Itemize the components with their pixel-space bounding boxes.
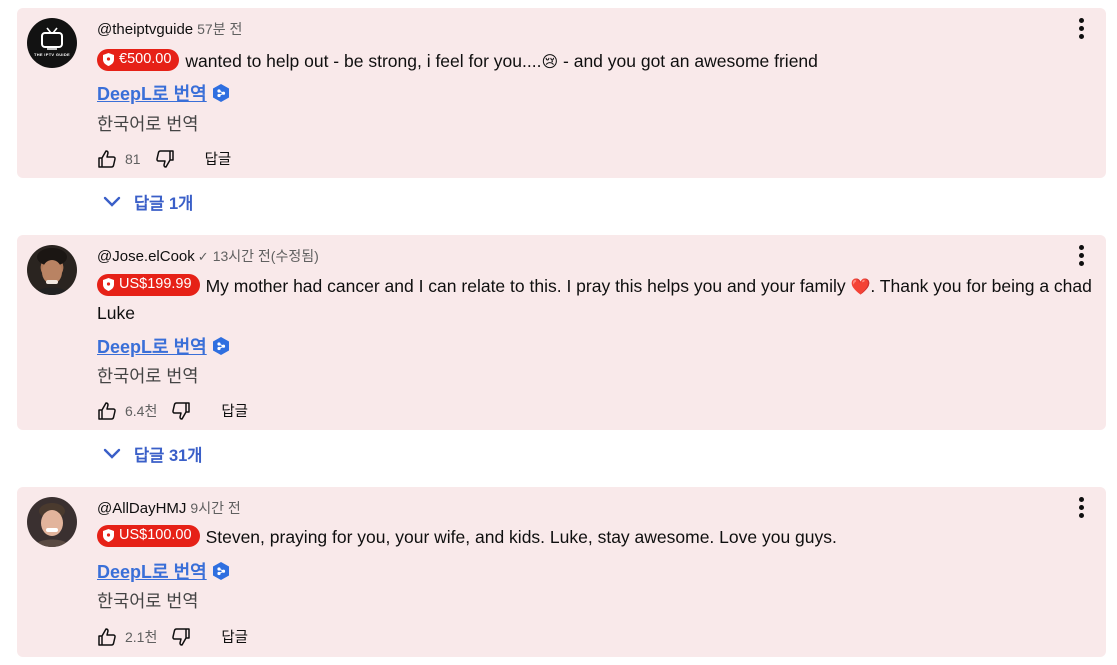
super-thanks-icon bbox=[103, 529, 114, 542]
tv-logo-icon bbox=[41, 27, 63, 50]
view-replies-button[interactable]: 답글 31개 bbox=[103, 442, 202, 466]
timestamp[interactable]: 57분 전 bbox=[197, 21, 242, 37]
comment-card: @AllDayHMJ 9시간 전 US$100.00 Steven, prayin… bbox=[17, 487, 1106, 657]
comment-text-part: My mother had cancer and I can relate to… bbox=[205, 276, 851, 296]
more-actions-icon[interactable] bbox=[1076, 245, 1086, 269]
author-name[interactable]: @theiptvguide bbox=[97, 21, 193, 38]
like-icon[interactable] bbox=[97, 627, 117, 647]
deepl-label: DeepL로 번역 bbox=[97, 337, 207, 357]
view-replies-button[interactable]: 답글 1개 bbox=[103, 190, 193, 214]
avatar[interactable]: THE IPTV GUIDE bbox=[27, 18, 77, 68]
dislike-icon[interactable] bbox=[171, 401, 191, 421]
avatar-photo bbox=[35, 248, 69, 295]
translate-to-korean[interactable]: 한국어로 번역 bbox=[97, 363, 198, 388]
deepl-translate-link[interactable]: DeepL로 번역 bbox=[97, 333, 229, 359]
super-thanks-icon bbox=[103, 278, 114, 291]
deepl-icon bbox=[212, 337, 229, 355]
avatar-photo bbox=[33, 503, 71, 547]
super-thanks-amount: US$199.99 bbox=[119, 276, 192, 292]
more-actions-icon[interactable] bbox=[1076, 497, 1086, 521]
like-icon[interactable] bbox=[97, 401, 117, 421]
comment-text: US$100.00 Steven, praying for you, your … bbox=[97, 524, 1100, 551]
more-actions-icon[interactable] bbox=[1076, 18, 1086, 42]
comment-card: THE IPTV GUIDE @theiptvguide 57분 전 €500.0… bbox=[17, 8, 1106, 178]
deepl-translate-link[interactable]: DeepL로 번역 bbox=[97, 558, 229, 584]
comment-text-part: wanted to help out - be strong, i feel f… bbox=[185, 51, 542, 71]
comment-header: @AllDayHMJ 9시간 전 bbox=[97, 498, 241, 519]
comment-actions: 6.4천 답글 bbox=[97, 400, 248, 421]
verified-check-icon: ✓ bbox=[197, 249, 209, 264]
reply-button[interactable]: 답글 bbox=[221, 626, 248, 647]
super-thanks-amount: US$100.00 bbox=[119, 527, 192, 543]
deepl-label: DeepL로 번역 bbox=[97, 84, 207, 104]
replies-count-label: 답글 1개 bbox=[134, 195, 194, 213]
super-thanks-badge: US$100.00 bbox=[97, 524, 200, 547]
like-count: 2.1천 bbox=[125, 628, 158, 645]
comment-text: €500.00 wanted to help out - be strong, … bbox=[97, 48, 1100, 75]
avatar[interactable] bbox=[27, 497, 77, 547]
super-thanks-amount: €500.00 bbox=[119, 51, 172, 67]
comment-text-part: Steven, praying for you, your wife, and … bbox=[205, 527, 837, 547]
like-count: 81 bbox=[125, 150, 141, 167]
like-icon[interactable] bbox=[97, 149, 117, 169]
comment-header: @theiptvguide 57분 전 bbox=[97, 19, 242, 40]
deepl-icon bbox=[212, 562, 229, 580]
heart-emoji: ❤️ bbox=[850, 277, 871, 296]
replies-count-label: 답글 31개 bbox=[134, 447, 203, 465]
super-thanks-badge: US$199.99 bbox=[97, 273, 200, 296]
chevron-down-icon bbox=[103, 196, 121, 207]
dislike-icon[interactable] bbox=[155, 149, 175, 169]
chevron-down-icon bbox=[103, 448, 121, 459]
timestamp[interactable]: 9시간 전 bbox=[190, 500, 240, 516]
author-name[interactable]: @AllDayHMJ bbox=[97, 500, 186, 517]
avatar[interactable] bbox=[27, 245, 77, 295]
super-thanks-badge: €500.00 bbox=[97, 48, 180, 71]
comment-header: @Jose.elCook ✓ 13시간 전(수정됨) bbox=[97, 246, 319, 267]
translate-to-korean[interactable]: 한국어로 번역 bbox=[97, 111, 198, 136]
deepl-icon bbox=[212, 84, 229, 102]
comment-text: US$199.99 My mother had cancer and I can… bbox=[97, 273, 1100, 327]
like-count: 6.4천 bbox=[125, 402, 158, 419]
comment-actions: 81 답글 bbox=[97, 148, 231, 169]
dislike-icon[interactable] bbox=[171, 627, 191, 647]
translate-to-korean[interactable]: 한국어로 번역 bbox=[97, 588, 198, 613]
reply-button[interactable]: 답글 bbox=[221, 400, 248, 421]
comment-text-part: - and you got an awesome friend bbox=[558, 51, 818, 71]
comment-actions: 2.1천 답글 bbox=[97, 626, 248, 647]
sad-emoji: 😢 bbox=[541, 52, 559, 71]
super-thanks-icon bbox=[103, 53, 114, 66]
author-name[interactable]: @Jose.elCook bbox=[97, 248, 195, 265]
avatar-label: THE IPTV GUIDE bbox=[34, 52, 70, 57]
comment-card: @Jose.elCook ✓ 13시간 전(수정됨) US$199.99 My mo… bbox=[17, 235, 1106, 430]
reply-button[interactable]: 답글 bbox=[205, 148, 232, 169]
deepl-label: DeepL로 번역 bbox=[97, 562, 207, 582]
timestamp[interactable]: 13시간 전(수정됨) bbox=[213, 248, 319, 264]
deepl-translate-link[interactable]: DeepL로 번역 bbox=[97, 80, 229, 106]
